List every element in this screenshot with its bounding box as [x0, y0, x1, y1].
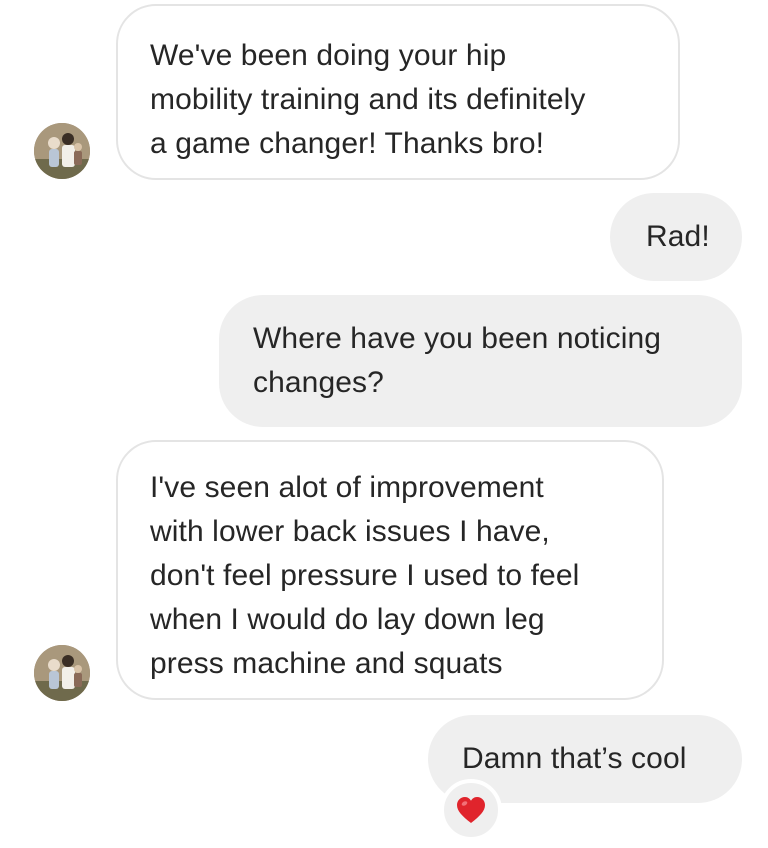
message-text-line: a game changer! Thanks bro! [150, 127, 545, 160]
message-text-line: We've been doing your hip [150, 39, 507, 72]
message-reaction[interactable] [440, 779, 502, 841]
red-heart-icon [457, 797, 485, 823]
avatar-photo-icon [34, 123, 90, 179]
message-text-line: Damn that’s cool [462, 742, 687, 775]
message-text-line: Where have you been noticing [253, 322, 662, 355]
sender-avatar[interactable] [34, 123, 90, 179]
outgoing-message-bubble[interactable]: Where have you been noticing changes? [219, 295, 742, 427]
message-text-line: with lower back issues I have, [150, 515, 550, 548]
outgoing-message-bubble[interactable]: Rad! [610, 193, 742, 281]
avatar-photo-icon [34, 645, 90, 701]
incoming-message-bubble[interactable]: We've been doing your hip mobility train… [116, 4, 680, 180]
message-text-line: changes? [253, 366, 384, 399]
message-text-line: don't feel pressure I used to feel [150, 559, 580, 592]
message-text-line: mobility training and its definitely [150, 83, 586, 116]
message-text-line: when I would do lay down leg [150, 603, 545, 636]
incoming-message-bubble[interactable]: I've seen alot of improvement with lower… [116, 440, 664, 700]
message-text-line: Rad! [646, 220, 710, 253]
message-thread: We've been doing your hip mobility train… [0, 0, 768, 848]
sender-avatar[interactable] [34, 645, 90, 701]
message-text-line: I've seen alot of improvement [150, 471, 544, 504]
message-text-line: press machine and squats [150, 647, 503, 680]
